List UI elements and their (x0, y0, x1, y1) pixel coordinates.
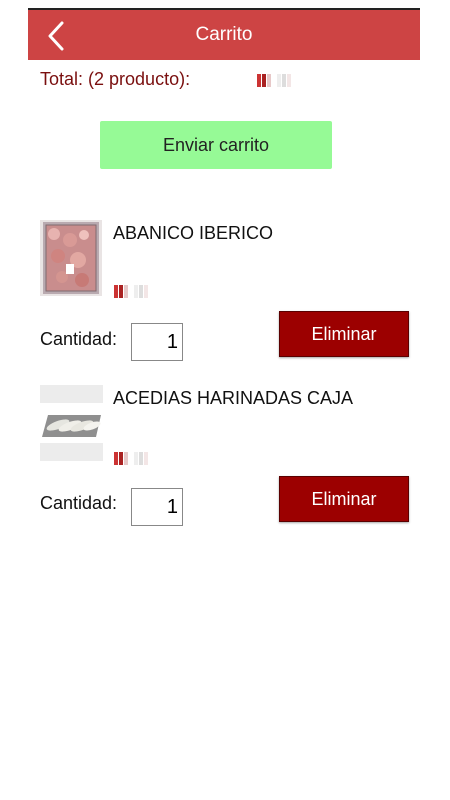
product-image-abanico (40, 220, 102, 296)
cart-total-label: Total: (2 producto): (40, 69, 191, 89)
product-name: ACEDIAS HARINADAS CAJA (113, 388, 354, 408)
quantity-input[interactable] (131, 323, 183, 361)
delete-product-button[interactable]: Eliminar (279, 311, 409, 357)
product-image-acedias (40, 385, 103, 461)
page-title: Carrito (195, 24, 253, 45)
product-price-redacted (114, 452, 149, 466)
send-cart-button[interactable]: Enviar carrito (100, 121, 332, 169)
product-name: ABANICO IBERICO (113, 223, 274, 243)
product-price-redacted (114, 285, 149, 299)
delete-product-button[interactable]: Eliminar (279, 476, 409, 522)
cart-screen: Carrito Total: (2 producto): Enviar carr… (0, 0, 450, 800)
quantity-label: Cantidad: (40, 493, 118, 513)
app-header: Carrito (28, 8, 420, 60)
cart-total-price-redacted (257, 74, 292, 88)
quantity-label: Cantidad: (40, 329, 118, 349)
quantity-input[interactable] (131, 488, 183, 526)
